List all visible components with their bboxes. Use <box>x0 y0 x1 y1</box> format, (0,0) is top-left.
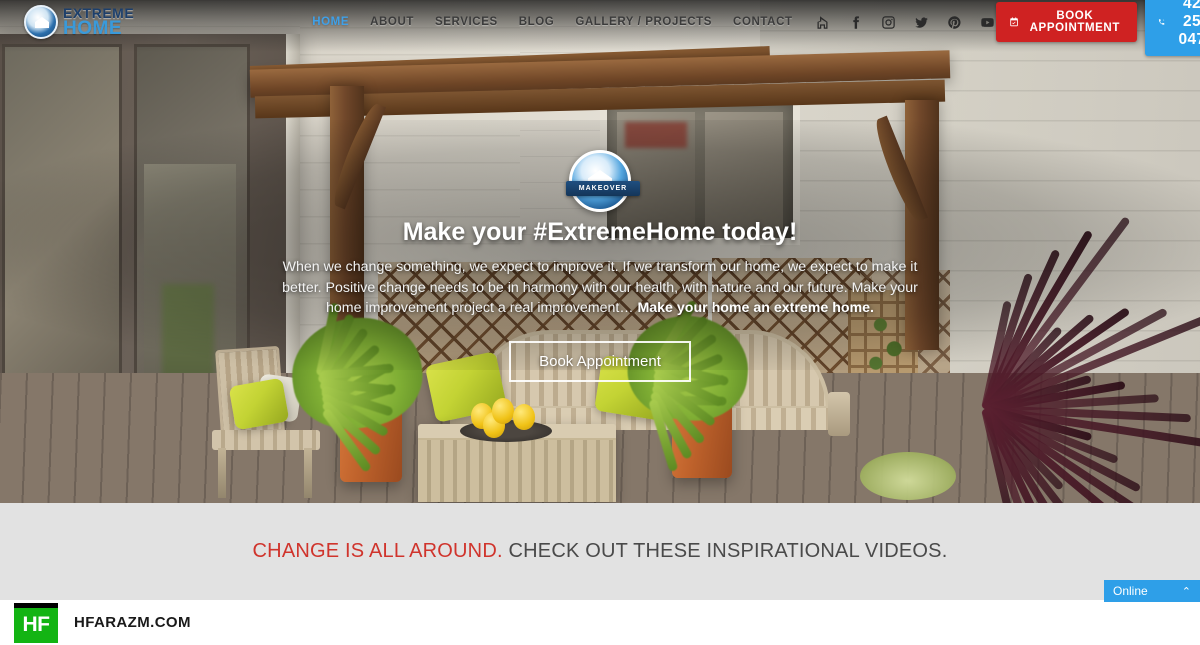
phone-number-label: 424 254 0474 <box>1178 0 1200 48</box>
nav-item-gallery-projects[interactable]: GALLERY / PROJECTS <box>575 16 712 28</box>
header-cta-group: BOOK APPOINTMENT 424 254 0474 <box>995 0 1200 56</box>
youtube-icon[interactable] <box>980 14 996 30</box>
pinterest-icon[interactable] <box>947 14 963 30</box>
phone-icon <box>1158 19 1165 25</box>
chat-status-label: Online <box>1113 584 1148 598</box>
hfarazm-site-name: HFARAZM.COM <box>74 614 191 631</box>
succulent-plant <box>860 452 956 500</box>
hero-paragraph: When we change something, we expect to i… <box>280 257 920 319</box>
phone-button[interactable]: 424 254 0474 <box>1144 0 1200 56</box>
twitter-icon[interactable] <box>914 14 930 30</box>
book-appointment-label: BOOK APPOINTMENT <box>1029 10 1120 34</box>
site-logo[interactable]: EXTREME HOME <box>24 5 134 39</box>
instagram-icon[interactable] <box>881 14 897 30</box>
chair-leg <box>304 448 312 498</box>
bench-arm <box>828 392 850 436</box>
chevron-up-icon: ⌃ <box>1181 585 1191 598</box>
chair-leg <box>218 448 226 498</box>
nav-item-home[interactable]: HOME <box>312 16 349 28</box>
site-footer: HF HFARAZM.COM <box>0 600 1200 645</box>
hero-banner: MAKEOVER Make your #ExtremeHome today! W… <box>0 0 1200 503</box>
nav-item-services[interactable]: SERVICES <box>435 16 498 28</box>
makeover-seal-icon: MAKEOVER <box>566 150 640 212</box>
nav-item-about[interactable]: ABOUT <box>370 16 414 28</box>
lemon <box>492 398 514 424</box>
lemon <box>513 404 535 430</box>
hero-content: MAKEOVER Make your #ExtremeHome today! W… <box>0 150 1200 383</box>
social-links <box>815 14 996 30</box>
hero-title: Make your #ExtremeHome today! <box>402 218 798 246</box>
videos-heading-red: CHANGE IS ALL AROUND. <box>252 540 503 562</box>
nav-item-contact[interactable]: CONTACT <box>733 16 793 28</box>
logo-line-2: HOME <box>63 17 122 39</box>
houzz-icon[interactable] <box>815 14 831 30</box>
seal-ribbon-label: MAKEOVER <box>566 181 640 196</box>
main-navigation: HOME ABOUT SERVICES BLOG GALLERY / PROJE… <box>312 16 792 28</box>
nav-item-blog[interactable]: BLOG <box>519 16 555 28</box>
table-slats <box>418 440 616 502</box>
book-appointment-button[interactable]: BOOK APPOINTMENT <box>995 2 1137 42</box>
logo-text: EXTREME HOME <box>63 6 134 39</box>
site-header: EXTREME HOME HOME ABOUT SERVICES BLOG GA… <box>0 0 1200 56</box>
videos-heading-dark: CHECK OUT THESE INSPIRATIONAL VIDEOS. <box>502 540 948 562</box>
facebook-icon[interactable] <box>848 14 864 30</box>
hero-book-appointment-button[interactable]: Book Appointment <box>509 341 691 383</box>
calendar-icon <box>1009 17 1018 27</box>
page-root: MAKEOVER Make your #ExtremeHome today! W… <box>0 0 1200 645</box>
hfarazm-logo-text: HF <box>22 613 51 636</box>
hero-paragraph-emphasis: Make your home an extreme home. <box>637 300 874 317</box>
videos-heading: CHANGE IS ALL AROUND. CHECK OUT THESE IN… <box>253 540 948 563</box>
hfarazm-logo[interactable]: HF <box>14 602 58 643</box>
logo-badge-icon <box>24 5 58 39</box>
chair-seat <box>212 430 320 450</box>
lime-pillow <box>228 377 290 431</box>
chat-widget-tab[interactable]: Online ⌃ <box>1104 580 1200 602</box>
videos-section: CHANGE IS ALL AROUND. CHECK OUT THESE IN… <box>0 503 1200 600</box>
